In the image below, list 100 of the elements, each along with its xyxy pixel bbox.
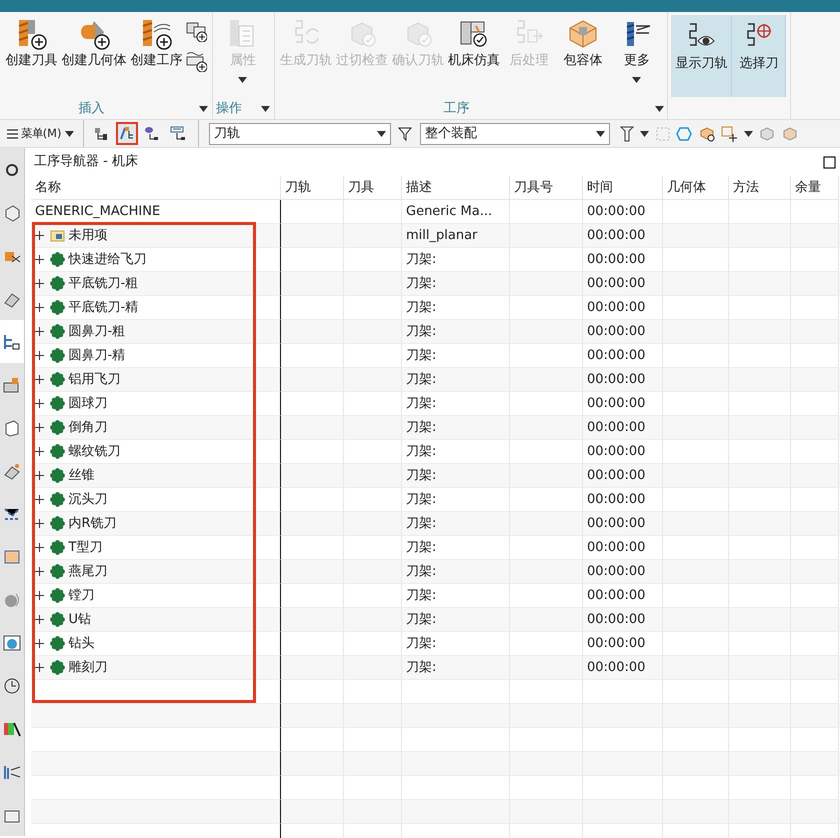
tree-node-label[interactable]: 螺纹铣刀 bbox=[68, 440, 120, 463]
column-header[interactable]: 时间 bbox=[583, 176, 663, 200]
ribbon-button[interactable]: 创建刀具 bbox=[3, 12, 60, 69]
caret-icon bbox=[261, 106, 270, 112]
caret-icon bbox=[640, 130, 650, 136]
tree-node-label[interactable]: 平底铣刀-精 bbox=[68, 296, 138, 319]
tree-node-label[interactable]: T型刀 bbox=[68, 536, 102, 559]
cube-icon[interactable] bbox=[782, 126, 798, 142]
tree-node-label[interactable]: GENERIC_MACHINE bbox=[35, 200, 160, 223]
ribbon-button[interactable]: 创建几何体 bbox=[59, 12, 128, 69]
caret-icon bbox=[632, 76, 642, 83]
table-cell bbox=[281, 272, 344, 296]
table-cell bbox=[281, 320, 344, 344]
gear-icon bbox=[50, 372, 66, 387]
table-cell bbox=[281, 560, 344, 584]
table-cell: 00:00:00 bbox=[583, 320, 663, 344]
tree-node-label[interactable]: 内R铣刀 bbox=[68, 512, 117, 535]
table-cell bbox=[281, 656, 344, 680]
tree-node-label[interactable]: 铝用飞刀 bbox=[68, 368, 120, 391]
menu-button[interactable]: 菜单(M) bbox=[3, 124, 77, 142]
gear-icon bbox=[50, 516, 66, 531]
ribbon-button[interactable]: 包容体 bbox=[556, 12, 610, 69]
tree-node-label[interactable]: 雕刻刀 bbox=[68, 656, 108, 679]
tree-node-label[interactable]: 丝锥 bbox=[68, 464, 94, 487]
table-cell: 00:00:00 bbox=[583, 224, 663, 248]
tree-node-label[interactable]: 钻头 bbox=[68, 632, 94, 655]
ribbon-button[interactable]: 更多 bbox=[610, 12, 664, 88]
gear-icon bbox=[50, 540, 66, 555]
side-tab[interactable] bbox=[0, 320, 24, 363]
table-cell: 刀架: bbox=[402, 320, 510, 344]
gear-icon bbox=[50, 636, 66, 651]
table-cell: 刀架: bbox=[402, 416, 510, 440]
table-cell: 00:00:00 bbox=[583, 368, 663, 392]
column-header[interactable]: 刀具号 bbox=[510, 176, 583, 200]
gear-icon bbox=[50, 564, 66, 579]
table-cell: 刀架: bbox=[402, 368, 510, 392]
tree-node-label[interactable]: 燕尾刀 bbox=[68, 560, 108, 583]
folder-icon bbox=[50, 228, 66, 243]
column-header[interactable]: 刀轨 bbox=[281, 176, 344, 200]
group-label: 操作 bbox=[212, 99, 274, 119]
wave-plus-icon[interactable] bbox=[184, 49, 208, 73]
gear-icon bbox=[50, 420, 66, 435]
column-header[interactable]: 刀具 bbox=[344, 176, 402, 200]
tree-node-label[interactable]: 镗刀 bbox=[68, 584, 94, 607]
table-cell: 刀架: bbox=[402, 656, 510, 680]
tree-node-label[interactable]: 平底铣刀-粗 bbox=[68, 272, 138, 295]
tree-node-label[interactable]: 圆鼻刀-粗 bbox=[68, 320, 126, 343]
table-cell bbox=[281, 224, 344, 248]
column-header[interactable]: 描述 bbox=[402, 176, 510, 200]
ribbon-button[interactable]: 选择刀 bbox=[732, 15, 786, 97]
tree-node-label[interactable]: 圆鼻刀-精 bbox=[68, 344, 126, 367]
tree-node-label[interactable]: U钻 bbox=[68, 608, 92, 631]
table-cell bbox=[281, 512, 344, 536]
menu-icon bbox=[6, 128, 18, 138]
gear-icon bbox=[50, 660, 66, 675]
table-cell: 刀架: bbox=[402, 464, 510, 488]
ribbon-button[interactable]: 创建工序 bbox=[128, 12, 184, 69]
type-filter-dropdown[interactable]: 刀轨 bbox=[209, 122, 392, 144]
filter-list-icon[interactable] bbox=[620, 126, 634, 142]
table-cell bbox=[281, 752, 344, 776]
table-cell: 00:00:00 bbox=[583, 272, 663, 296]
column-header[interactable]: 余量 bbox=[791, 176, 839, 200]
table-cell: 刀架: bbox=[402, 272, 510, 296]
table-cell: 00:00:00 bbox=[583, 416, 663, 440]
tree-node-label[interactable]: 未用项 bbox=[68, 224, 108, 247]
cube-plus-icon[interactable] bbox=[698, 126, 715, 142]
gear-icon bbox=[50, 324, 66, 339]
tree-node-label[interactable]: 倒角刀 bbox=[68, 416, 108, 439]
scope-dropdown[interactable]: 整个装配 bbox=[420, 122, 610, 144]
tree-node-label[interactable]: 沉头刀 bbox=[68, 488, 108, 511]
table-cell bbox=[281, 704, 344, 728]
group-label: 插入 bbox=[0, 99, 212, 119]
table-cell bbox=[281, 464, 344, 488]
tool-tree-icon bbox=[119, 125, 136, 142]
hexagon-icon[interactable] bbox=[676, 126, 692, 140]
table-cell: 00:00:00 bbox=[583, 464, 663, 488]
box-target-icon[interactable] bbox=[721, 126, 738, 142]
tree-node-label[interactable]: 圆球刀 bbox=[68, 392, 108, 415]
column-header[interactable]: 名称 bbox=[31, 176, 281, 200]
filter-icon[interactable] bbox=[398, 126, 414, 142]
gear-icon bbox=[50, 468, 66, 483]
column-header[interactable]: 几何体 bbox=[663, 176, 729, 200]
cube-icon[interactable] bbox=[759, 126, 776, 142]
gear-icon bbox=[50, 492, 66, 507]
maximize-icon[interactable] bbox=[823, 156, 836, 168]
tree-node-label[interactable]: 快速进给飞刀 bbox=[68, 248, 146, 271]
caret-icon bbox=[64, 130, 74, 136]
cube-icon bbox=[566, 18, 599, 50]
column-header[interactable]: 方法 bbox=[729, 176, 791, 200]
gear-icon bbox=[50, 612, 66, 627]
method-tree-icon bbox=[170, 125, 186, 142]
navigator-title: 工序导航器 - 机床 bbox=[34, 153, 138, 172]
caret-icon bbox=[199, 106, 208, 112]
table-cell: 00:00:00 bbox=[583, 512, 663, 536]
table-cell bbox=[281, 800, 344, 824]
table-cell: 刀架: bbox=[402, 512, 510, 536]
ribbon-button[interactable]: 机床仿真 bbox=[446, 12, 502, 69]
tool-tree-button[interactable] bbox=[116, 122, 138, 146]
caret-icon bbox=[654, 106, 664, 112]
ribbon-button[interactable]: 显示刀轨 bbox=[671, 15, 732, 97]
